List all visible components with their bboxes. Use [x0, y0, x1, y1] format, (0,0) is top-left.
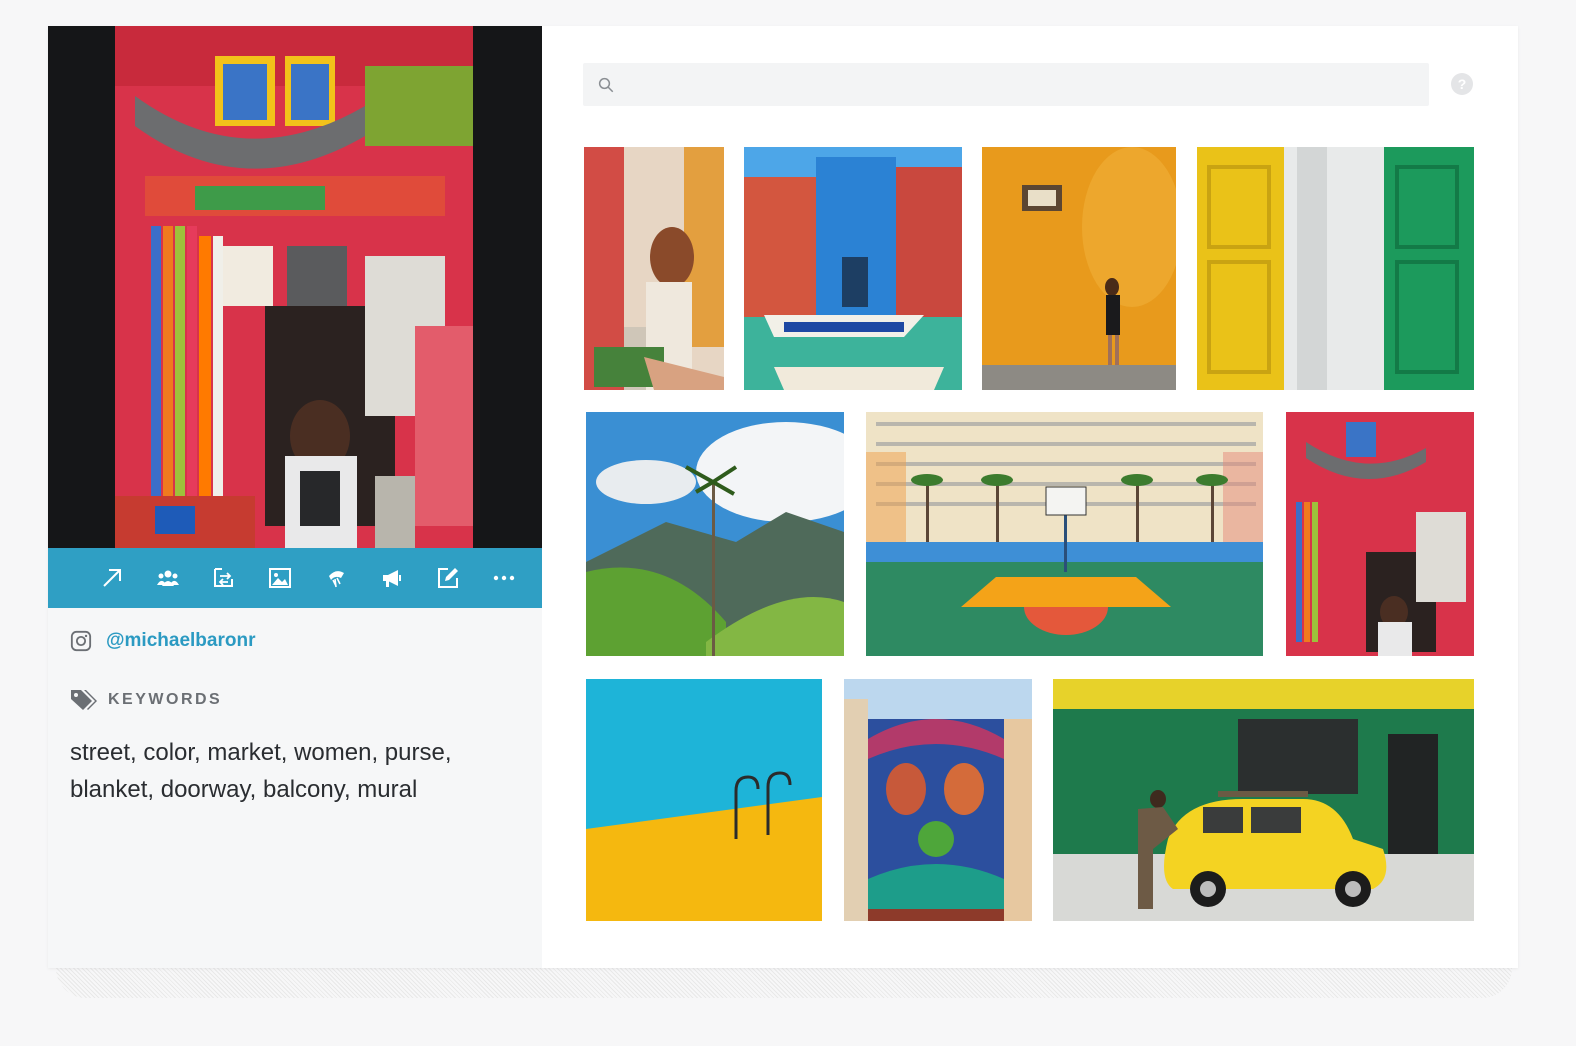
- photo-detail-panel: @michaelbaronr KEYWORDS street, color, m…: [48, 26, 542, 968]
- keywords-label: KEYWORDS: [108, 691, 223, 708]
- swap-icon: [214, 568, 233, 587]
- thumb-stairs-hand[interactable]: [584, 147, 724, 390]
- image-button[interactable]: [252, 548, 308, 608]
- search-input[interactable]: [625, 64, 1429, 105]
- tags-icon: [71, 690, 97, 710]
- megaphone-icon: [383, 570, 401, 587]
- thumb-market-storefront[interactable]: [1286, 412, 1474, 656]
- search-bar[interactable]: [583, 63, 1429, 106]
- thumb-pool-ladder[interactable]: [586, 679, 822, 921]
- ban-icon: [329, 571, 344, 588]
- media-card: @michaelbaronr KEYWORDS street, color, m…: [48, 26, 1518, 968]
- thumb-yellow-car[interactable]: [1053, 679, 1474, 921]
- people-button[interactable]: [140, 548, 196, 608]
- card-shadow: [56, 968, 1512, 998]
- thumb-colored-doors[interactable]: [1197, 147, 1474, 390]
- photo-preview: [48, 26, 542, 548]
- share-button[interactable]: [84, 548, 140, 608]
- photo-action-toolbar: [48, 548, 542, 608]
- instagram-handle-link[interactable]: @michaelbaronr: [106, 630, 255, 652]
- image-icon: [269, 568, 291, 588]
- thumb-street-mural[interactable]: [844, 679, 1032, 921]
- thumb-burano-houses[interactable]: [744, 147, 962, 390]
- announce-button[interactable]: [364, 548, 420, 608]
- more-icon: [493, 575, 515, 581]
- swap-button[interactable]: [196, 548, 252, 608]
- keywords-header: KEYWORDS: [70, 688, 222, 712]
- thumb-palm-valley[interactable]: [586, 412, 844, 656]
- ban-button[interactable]: [308, 548, 364, 608]
- help-icon[interactable]: ?: [1451, 73, 1473, 95]
- attribution-row: @michaelbaronr: [70, 630, 255, 652]
- people-icon: [157, 570, 179, 586]
- more-button[interactable]: [476, 548, 532, 608]
- instagram-icon: [70, 630, 92, 652]
- thumb-basketball-court[interactable]: [866, 412, 1263, 656]
- keywords-list: street, color, market, women, purse, bla…: [70, 739, 452, 803]
- search-icon: [598, 77, 614, 92]
- edit-icon: [438, 568, 458, 588]
- thumb-orange-wall[interactable]: [982, 147, 1176, 390]
- share-icon: [103, 569, 121, 587]
- preview-image[interactable]: [115, 26, 473, 548]
- edit-button[interactable]: [420, 548, 476, 608]
